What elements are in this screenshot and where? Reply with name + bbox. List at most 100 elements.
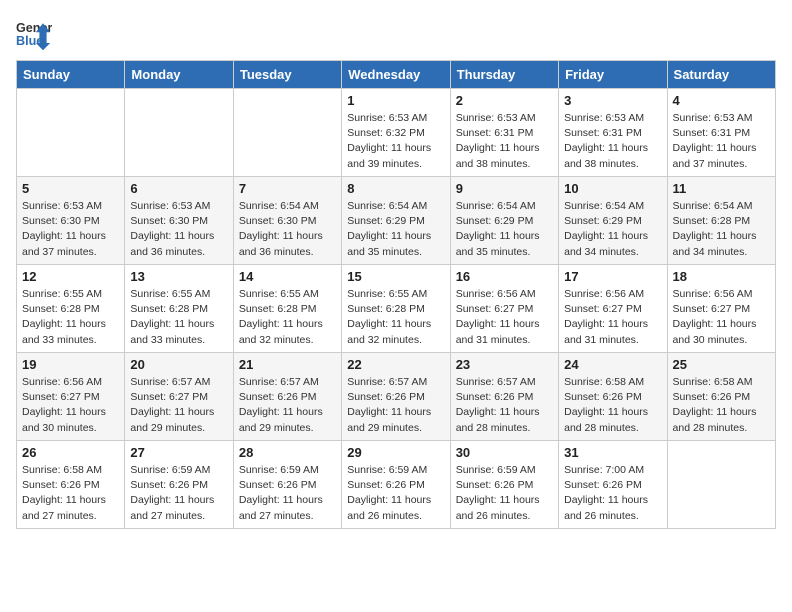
day-number: 26 bbox=[22, 445, 119, 460]
day-info: Sunrise: 6:54 AMSunset: 6:29 PMDaylight:… bbox=[456, 199, 553, 260]
calendar-cell: 27Sunrise: 6:59 AMSunset: 6:26 PMDayligh… bbox=[125, 441, 233, 529]
day-number: 6 bbox=[130, 181, 227, 196]
calendar-cell: 9 Sunrise: 6:54 AMSunset: 6:29 PMDaylight… bbox=[450, 177, 558, 265]
calendar-cell: 19Sunrise: 6:56 AMSunset: 6:27 PMDayligh… bbox=[17, 353, 125, 441]
day-number: 9 bbox=[456, 181, 553, 196]
day-info: Sunrise: 6:53 AMSunset: 6:31 PMDaylight:… bbox=[673, 111, 770, 172]
day-info: Sunrise: 6:54 AMSunset: 6:28 PMDaylight:… bbox=[673, 199, 770, 260]
day-number: 23 bbox=[456, 357, 553, 372]
calendar-body: 1 Sunrise: 6:53 AMSunset: 6:32 PMDaylight… bbox=[17, 89, 776, 529]
calendar-cell: 25 Sunrise: 6:58 AMSunset: 6:26 PMDayligh… bbox=[667, 353, 775, 441]
calendar-cell bbox=[233, 89, 341, 177]
weekday-header-saturday: Saturday bbox=[667, 61, 775, 89]
weekday-header-wednesday: Wednesday bbox=[342, 61, 450, 89]
day-number: 31 bbox=[564, 445, 661, 460]
day-number: 25 bbox=[673, 357, 770, 372]
day-info: Sunrise: 6:55 AMSunset: 6:28 PMDaylight:… bbox=[239, 287, 336, 348]
calendar-cell: 14 Sunrise: 6:55 AMSunset: 6:28 PMDayligh… bbox=[233, 265, 341, 353]
day-number: 20 bbox=[130, 357, 227, 372]
day-number: 1 bbox=[347, 93, 444, 108]
calendar-week-5: 26 Sunrise: 6:58 AMSunset: 6:26 PMDayligh… bbox=[17, 441, 776, 529]
calendar-cell: 12 Sunrise: 6:55 AMSunset: 6:28 PMDayligh… bbox=[17, 265, 125, 353]
day-info: Sunrise: 6:57 AMSunset: 6:27 PMDaylight:… bbox=[130, 375, 227, 436]
calendar-cell bbox=[125, 89, 233, 177]
day-number: 11 bbox=[673, 181, 770, 196]
day-number: 16 bbox=[456, 269, 553, 284]
weekday-header-friday: Friday bbox=[559, 61, 667, 89]
calendar-cell: 5 Sunrise: 6:53 AMSunset: 6:30 PMDaylight… bbox=[17, 177, 125, 265]
day-info: Sunrise: 6:58 AMSunset: 6:26 PMDaylight:… bbox=[564, 375, 661, 436]
day-info: Sunrise: 6:54 AMSunset: 6:30 PMDaylight:… bbox=[239, 199, 336, 260]
calendar-cell: 10 Sunrise: 6:54 AMSunset: 6:29 PMDayligh… bbox=[559, 177, 667, 265]
calendar-cell: 7Sunrise: 6:54 AMSunset: 6:30 PMDaylight… bbox=[233, 177, 341, 265]
day-number: 22 bbox=[347, 357, 444, 372]
calendar-cell bbox=[667, 441, 775, 529]
day-info: Sunrise: 6:56 AMSunset: 6:27 PMDaylight:… bbox=[456, 287, 553, 348]
day-info: Sunrise: 6:57 AMSunset: 6:26 PMDaylight:… bbox=[239, 375, 336, 436]
day-number: 15 bbox=[347, 269, 444, 284]
logo-icon: General Blue bbox=[16, 16, 52, 52]
calendar-table: SundayMondayTuesdayWednesdayThursdayFrid… bbox=[16, 60, 776, 529]
day-number: 21 bbox=[239, 357, 336, 372]
calendar-cell: 29 Sunrise: 6:59 AMSunset: 6:26 PMDayligh… bbox=[342, 441, 450, 529]
day-info: Sunrise: 6:59 AMSunset: 6:26 PMDaylight:… bbox=[347, 463, 444, 524]
logo: General Blue bbox=[16, 16, 52, 52]
day-info: Sunrise: 6:59 AMSunset: 6:26 PMDaylight:… bbox=[239, 463, 336, 524]
day-info: Sunrise: 6:55 AMSunset: 6:28 PMDaylight:… bbox=[347, 287, 444, 348]
day-info: Sunrise: 6:57 AMSunset: 6:26 PMDaylight:… bbox=[456, 375, 553, 436]
calendar-cell: 28Sunrise: 6:59 AMSunset: 6:26 PMDayligh… bbox=[233, 441, 341, 529]
day-number: 29 bbox=[347, 445, 444, 460]
day-info: Sunrise: 6:56 AMSunset: 6:27 PMDaylight:… bbox=[673, 287, 770, 348]
day-number: 13 bbox=[130, 269, 227, 284]
calendar-cell: 23 Sunrise: 6:57 AMSunset: 6:26 PMDayligh… bbox=[450, 353, 558, 441]
day-number: 30 bbox=[456, 445, 553, 460]
calendar-cell: 16 Sunrise: 6:56 AMSunset: 6:27 PMDayligh… bbox=[450, 265, 558, 353]
calendar-cell: 13Sunrise: 6:55 AMSunset: 6:28 PMDayligh… bbox=[125, 265, 233, 353]
day-info: Sunrise: 6:53 AMSunset: 6:30 PMDaylight:… bbox=[22, 199, 119, 260]
day-number: 5 bbox=[22, 181, 119, 196]
day-number: 17 bbox=[564, 269, 661, 284]
day-number: 2 bbox=[456, 93, 553, 108]
calendar-cell: 31 Sunrise: 7:00 AMSunset: 6:26 PMDayligh… bbox=[559, 441, 667, 529]
calendar-week-1: 1 Sunrise: 6:53 AMSunset: 6:32 PMDaylight… bbox=[17, 89, 776, 177]
day-info: Sunrise: 6:54 AMSunset: 6:29 PMDaylight:… bbox=[564, 199, 661, 260]
day-info: Sunrise: 6:53 AMSunset: 6:30 PMDaylight:… bbox=[130, 199, 227, 260]
day-info: Sunrise: 6:56 AMSunset: 6:27 PMDaylight:… bbox=[22, 375, 119, 436]
calendar-cell: 15 Sunrise: 6:55 AMSunset: 6:28 PMDayligh… bbox=[342, 265, 450, 353]
day-info: Sunrise: 6:58 AMSunset: 6:26 PMDaylight:… bbox=[673, 375, 770, 436]
weekday-header-tuesday: Tuesday bbox=[233, 61, 341, 89]
day-info: Sunrise: 6:55 AMSunset: 6:28 PMDaylight:… bbox=[22, 287, 119, 348]
calendar-cell: 26 Sunrise: 6:58 AMSunset: 6:26 PMDayligh… bbox=[17, 441, 125, 529]
day-info: Sunrise: 6:56 AMSunset: 6:27 PMDaylight:… bbox=[564, 287, 661, 348]
day-number: 12 bbox=[22, 269, 119, 284]
day-number: 3 bbox=[564, 93, 661, 108]
day-number: 10 bbox=[564, 181, 661, 196]
calendar-cell: 17 Sunrise: 6:56 AMSunset: 6:27 PMDayligh… bbox=[559, 265, 667, 353]
day-info: Sunrise: 6:53 AMSunset: 6:31 PMDaylight:… bbox=[456, 111, 553, 172]
day-info: Sunrise: 6:59 AMSunset: 6:26 PMDaylight:… bbox=[130, 463, 227, 524]
day-number: 8 bbox=[347, 181, 444, 196]
calendar-cell: 11 Sunrise: 6:54 AMSunset: 6:28 PMDayligh… bbox=[667, 177, 775, 265]
calendar-week-2: 5 Sunrise: 6:53 AMSunset: 6:30 PMDaylight… bbox=[17, 177, 776, 265]
weekday-header-monday: Monday bbox=[125, 61, 233, 89]
calendar-cell: 21 Sunrise: 6:57 AMSunset: 6:26 PMDayligh… bbox=[233, 353, 341, 441]
calendar-cell: 1 Sunrise: 6:53 AMSunset: 6:32 PMDaylight… bbox=[342, 89, 450, 177]
day-info: Sunrise: 6:58 AMSunset: 6:26 PMDaylight:… bbox=[22, 463, 119, 524]
calendar-cell: 4 Sunrise: 6:53 AMSunset: 6:31 PMDaylight… bbox=[667, 89, 775, 177]
calendar-cell: 24 Sunrise: 6:58 AMSunset: 6:26 PMDayligh… bbox=[559, 353, 667, 441]
weekday-header-row: SundayMondayTuesdayWednesdayThursdayFrid… bbox=[17, 61, 776, 89]
calendar-cell: 6 Sunrise: 6:53 AMSunset: 6:30 PMDaylight… bbox=[125, 177, 233, 265]
day-number: 24 bbox=[564, 357, 661, 372]
calendar-cell: 3Sunrise: 6:53 AMSunset: 6:31 PMDaylight… bbox=[559, 89, 667, 177]
day-info: Sunrise: 6:57 AMSunset: 6:26 PMDaylight:… bbox=[347, 375, 444, 436]
day-info: Sunrise: 6:53 AMSunset: 6:32 PMDaylight:… bbox=[347, 111, 444, 172]
calendar-cell bbox=[17, 89, 125, 177]
day-number: 18 bbox=[673, 269, 770, 284]
calendar-cell: 18 Sunrise: 6:56 AMSunset: 6:27 PMDayligh… bbox=[667, 265, 775, 353]
day-info: Sunrise: 7:00 AMSunset: 6:26 PMDaylight:… bbox=[564, 463, 661, 524]
day-number: 14 bbox=[239, 269, 336, 284]
day-info: Sunrise: 6:59 AMSunset: 6:26 PMDaylight:… bbox=[456, 463, 553, 524]
weekday-header-thursday: Thursday bbox=[450, 61, 558, 89]
day-info: Sunrise: 6:54 AMSunset: 6:29 PMDaylight:… bbox=[347, 199, 444, 260]
day-number: 4 bbox=[673, 93, 770, 108]
